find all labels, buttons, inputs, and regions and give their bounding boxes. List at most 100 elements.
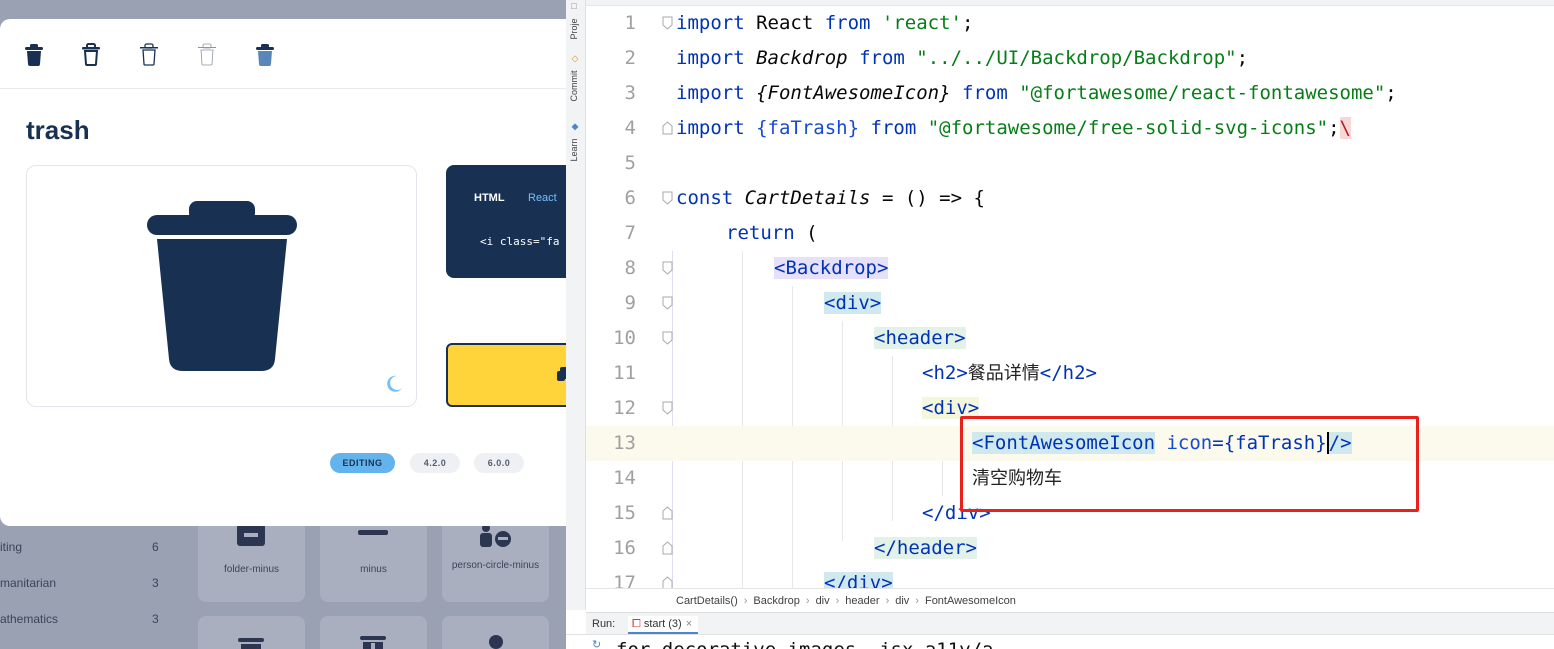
fold-toggle-icon[interactable] [662,121,673,135]
jsx-tag: <div> [824,292,882,314]
breadcrumb-item[interactable]: header [845,595,879,607]
line-number: 7 [624,222,636,244]
keyword: from [859,47,905,69]
trash-solid-icon[interactable] [24,42,44,68]
fold-toggle-icon[interactable] [662,191,673,205]
line-code: </div> [824,566,893,588]
identifier: React [744,12,825,34]
fold-toggle-icon[interactable] [662,16,673,30]
keyword: from [962,82,1008,104]
code-line[interactable]: 7 return ( [586,216,1554,251]
close-icon[interactable]: × [686,618,692,630]
icon-tile[interactable] [198,616,305,649]
line-number: 2 [624,47,636,69]
run-toolwindow-bar: Run: ⧠ start (3) × [586,612,1554,634]
identifier: Backdrop [756,47,848,69]
side-tab-learn[interactable]: Learn ◆ [569,122,579,162]
fold-toggle-icon[interactable] [662,331,673,345]
trash-regular-icon[interactable] [81,42,101,68]
keyword: from [870,117,917,139]
breadcrumb-item[interactable]: Backdrop [753,595,799,607]
line-number: 8 [624,257,636,279]
commit-icon: ◇ [569,54,579,64]
breadcrumb-item[interactable]: CartDetails() [676,595,738,607]
line-code: <Backdrop> [774,251,889,286]
breadcrumb-item[interactable]: div [895,595,909,607]
category-count: 6 [152,540,159,554]
fold-toggle-icon[interactable] [662,401,673,415]
code-line[interactable]: 16 </header> [586,531,1554,566]
trash-light-icon[interactable] [139,42,159,68]
code-editor[interactable]: 1 import React from 'react'; 2 import Ba… [586,6,1554,588]
code-line[interactable]: 9 <div> [586,286,1554,321]
learn-icon: ◆ [569,122,579,132]
code-line[interactable]: 1 import React from 'react'; [586,6,1554,41]
code-line[interactable]: 5 [586,146,1554,181]
code-breadcrumb: CartDetails() › Backdrop › div › header › div › Fo… [586,588,1554,612]
category-item[interactable]: iting 6 [0,528,185,564]
identifier: {FontAwesomeIcon} [756,82,951,104]
line-code: <h2>餐品详情</h2> [922,356,1097,391]
code-line[interactable]: 11 <h2>餐品详情</h2> [586,356,1554,391]
trash-duotone-icon[interactable] [255,42,275,68]
code-line[interactable]: 10 <header> [586,321,1554,356]
jsx-tag: </div> [824,572,893,588]
keyword: import [676,12,745,34]
folder-minus-icon [237,524,265,546]
fold-toggle-icon[interactable] [662,261,673,275]
run-label: Run: [592,618,616,630]
keyword: return [726,222,795,244]
breadcrumb-item[interactable]: div [816,595,830,607]
fold-toggle-icon[interactable] [662,576,673,588]
run-tab-start[interactable]: ⧠ start (3) × [628,616,699,634]
icon-tile-folder-minus[interactable]: folder-minus [198,514,305,602]
start-using-button[interactable] [446,343,566,407]
icon-tile[interactable] [442,616,549,649]
punct: ; [962,12,974,34]
line-number: 3 [624,82,636,104]
line-number: 16 [613,537,636,559]
string: "../../UI/Backdrop/Backdrop" [916,47,1237,69]
jsx-tag: </h2> [1039,362,1097,384]
code-line[interactable]: 6 const CartDetails = () => { [586,181,1554,216]
fold-toggle-icon[interactable] [662,296,673,310]
line-number: 10 [613,327,636,349]
side-tab-commit[interactable]: Commit ◇ [569,54,579,102]
side-tab-project[interactable]: Proje □ [569,2,579,40]
trash-thin-icon[interactable] [197,42,217,68]
fold-toggle-icon[interactable] [662,541,673,555]
breadcrumb-separator-icon: › [885,595,890,607]
tab-html[interactable]: HTML [474,192,505,204]
trash-can-arrow-icon [360,636,386,649]
run-console[interactable]: ↻ for decorative images, jsx-a11y/a [566,634,1554,649]
code-line[interactable]: 17 </div> [586,566,1554,588]
category-list: iting 6 manitarian 3 athematics 3 [0,528,185,636]
tile-label: person-circle-minus [451,560,540,571]
side-tab-label: Learn [569,138,579,162]
dark-mode-moon-icon[interactable] [384,374,404,394]
code-line[interactable]: 8 <Backdrop> [586,251,1554,286]
version-badge-editing[interactable]: EDITING [330,453,395,473]
code-snippet-card: HTML React <i class="fa [446,165,566,278]
code-line[interactable]: 2 import Backdrop from "../../UI/Backdro… [586,41,1554,76]
category-item[interactable]: manitarian 3 [0,564,185,600]
trash-preview-icon [147,201,297,371]
side-tab-label: Proje [569,18,579,40]
code-line[interactable]: 4 import {faTrash} from "@fortawesome/fr… [586,111,1554,146]
string: "@fortawesome/free-solid-svg-icons" [927,117,1329,139]
rerun-icon[interactable]: ↻ [592,638,601,649]
icon-tile-minus[interactable]: minus [320,514,427,602]
trash-icon [238,638,264,649]
code-snippet[interactable]: <i class="fa [480,235,559,248]
version-badge-6-0-0[interactable]: 6.0.0 [474,453,524,473]
category-item[interactable]: athematics 3 [0,600,185,636]
identifier: {faTrash} [756,117,860,139]
breadcrumb-item[interactable]: FontAwesomeIcon [925,595,1016,607]
icon-tile-person-circle-minus[interactable]: person-circle-minus [442,514,549,602]
tab-react[interactable]: React [528,192,557,204]
fold-toggle-icon[interactable] [662,506,673,520]
jsx-tag: <Backdrop> [774,257,889,279]
code-line[interactable]: 3 import {FontAwesomeIcon} from "@fortaw… [586,76,1554,111]
icon-tile[interactable] [320,616,427,649]
version-badge-4-2-0[interactable]: 4.2.0 [410,453,460,473]
